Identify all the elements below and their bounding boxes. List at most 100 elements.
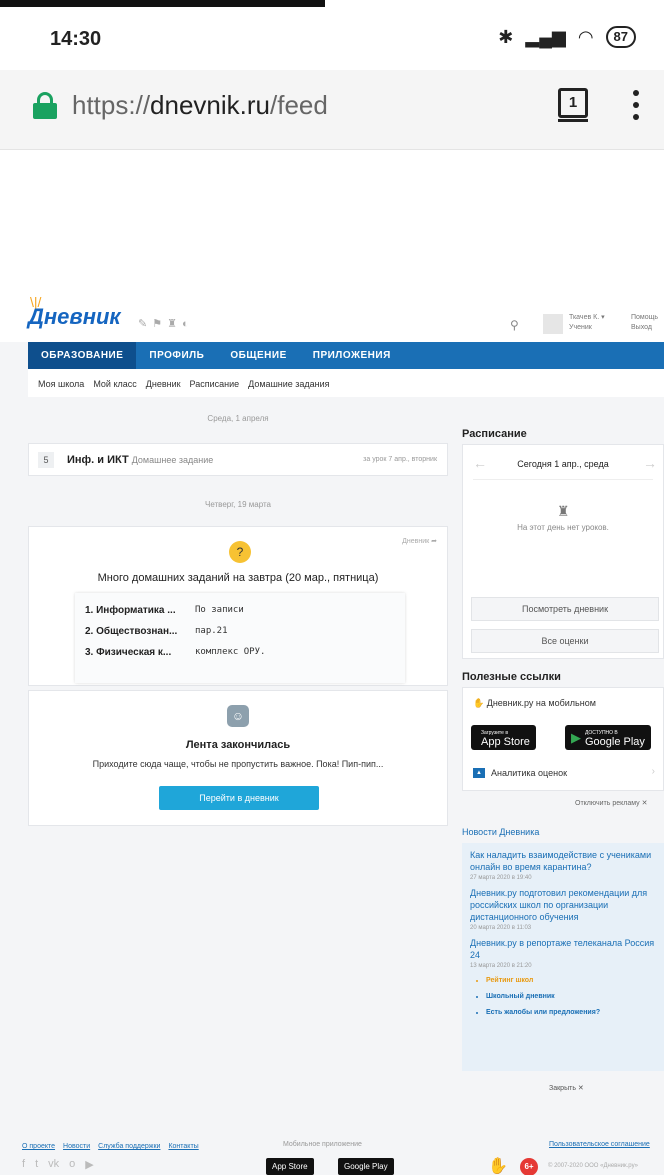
user-role: Ученик — [569, 324, 592, 331]
news-item[interactable]: Как наладить взаимодействие с учениками … — [470, 849, 656, 873]
feed-date-2: Четверг, 19 марта — [205, 500, 271, 509]
chevron-right-icon[interactable]: › — [652, 766, 655, 777]
feed-end-text: Приходите сюда чаще, чтобы не пропустить… — [92, 759, 384, 769]
divider — [473, 479, 653, 480]
social-icons: f t vk o ▶ — [22, 1158, 94, 1171]
news-title[interactable]: Новости Дневника — [462, 827, 539, 837]
feed-end-card: ☺ Лента закончилась Приходите сюда чаще,… — [28, 690, 448, 826]
analytics-icon: ▲ — [473, 768, 485, 778]
more-menu-icon[interactable] — [633, 90, 639, 126]
footer-googleplay-button[interactable]: Google Play — [338, 1158, 394, 1175]
footer-support-link[interactable]: Служба поддержки — [98, 1143, 160, 1150]
schedule-card: ← → Сегодня 1 апр., среда ♜ На этот день… — [462, 444, 664, 659]
user-agreement-link[interactable]: Пользовательское соглашение — [549, 1141, 650, 1148]
search-icon[interactable]: ⚲ — [510, 318, 519, 332]
footer-appstore-button[interactable]: App Store — [266, 1158, 314, 1175]
homework-summary-card: Дневник ➦ ? Много домашних заданий на за… — [28, 526, 448, 686]
card-title: Много домашних заданий на завтра (20 мар… — [97, 572, 379, 584]
feedback-link[interactable]: Есть жалобы или предложения? — [486, 1009, 656, 1016]
googleplay-button[interactable]: ▶ ДОСТУПНО В Google Play — [565, 725, 651, 750]
copyright: © 2007-2020 ООО «Дневник.ру» — [548, 1163, 638, 1169]
footer-contacts-link[interactable]: Контакты — [168, 1143, 198, 1150]
news-card: Как наладить взаимодействие с учениками … — [462, 843, 664, 1071]
rating-link[interactable]: Рейтинг школ — [486, 977, 656, 984]
wifi-icon: ◠ — [577, 26, 594, 47]
news-date: 13 марта 2020 в 21:20 — [470, 963, 532, 969]
feed-end-title: Лента закончилась — [185, 739, 291, 751]
school-diary-link[interactable]: Школьный дневник — [486, 993, 656, 1000]
status-bar: 14:30 ✱ ▂▄▆ ◠ 87 — [0, 20, 664, 60]
status-time: 14:30 — [50, 28, 102, 50]
site-page: \|/ Дневник ✎⚑♜◐ ⚲ Ткачев К. ▾ Ученик По… — [0, 290, 664, 1175]
footer-news-link[interactable]: Новости — [63, 1143, 90, 1150]
nav-apps[interactable]: ПРИЛОЖЕНИЯ — [300, 342, 404, 369]
twitter-icon[interactable]: t — [35, 1158, 38, 1171]
mobile-link[interactable]: ✋ Дневник.ру на мобильном — [473, 698, 596, 709]
disable-ads-link[interactable]: Отключить рекламу ✕ — [575, 799, 647, 807]
mascot-icon: ✋ — [488, 1158, 508, 1175]
no-lessons-text: На этот день нет уроков. — [517, 523, 609, 532]
news-item[interactable]: Дневник.ру в репортаже телеканала Россия… — [470, 937, 656, 961]
news-date: 27 марта 2020 в 19:40 — [470, 875, 532, 881]
bluetooth-icon: ✱ — [498, 26, 514, 47]
main-nav: ОБРАЗОВАНИЕ ПРОФИЛЬ ОБЩЕНИЕ ПРИЛОЖЕНИЯ — [28, 342, 664, 369]
useful-links-title: Полезные ссылки — [462, 671, 561, 683]
sub-nav: Моя школа Мой класс Дневник Расписание Д… — [28, 369, 664, 397]
user-name[interactable]: Ткачев К. ▾ — [569, 313, 605, 323]
battery-indicator: 87 — [605, 26, 636, 48]
help-logout[interactable]: Помощь Выход — [631, 313, 658, 333]
schedule-title: Расписание — [462, 428, 527, 440]
avatar[interactable] — [543, 314, 563, 334]
age-rating-badge: 6+ — [520, 1158, 538, 1175]
homework-table: 1. Информатика ... По записи 2. Обществоз… — [75, 593, 405, 683]
help-link[interactable]: Помощь — [631, 313, 658, 323]
analytics-link[interactable]: ▲ Аналитика оценок — [473, 768, 567, 778]
footer-links: О проекте Новости Служба поддержки Конта… — [22, 1143, 199, 1150]
share-icon: ➦ — [431, 538, 437, 545]
all-grades-button[interactable]: Все оценки — [471, 629, 659, 653]
site-header: \|/ Дневник ✎⚑♜◐ ⚲ Ткачев К. ▾ Ученик По… — [0, 290, 664, 342]
nav-communication[interactable]: ОБЩЕНИЕ — [217, 342, 299, 369]
useful-links-card: ✋ Дневник.ру на мобильном Загрузите в App… — [462, 687, 664, 791]
subnav-my-school[interactable]: Моя школа — [38, 379, 84, 397]
homework-due: за урок 7 апр., вторник — [363, 456, 437, 463]
footer-about-link[interactable]: О проекте — [22, 1143, 55, 1150]
table-row[interactable]: 1. Информатика ... По записи — [85, 605, 395, 626]
url-text[interactable]: https://dnevnik.ru/feed — [72, 90, 328, 121]
browser-url-bar[interactable]: https://dnevnik.ru/feed 1 — [0, 70, 664, 150]
header-quick-icons[interactable]: ✎⚑♜◐ — [138, 317, 194, 330]
subnav-diary[interactable]: Дневник — [146, 379, 181, 397]
thinking-emoji-icon: ? — [229, 541, 251, 563]
youtube-icon[interactable]: ▶ — [85, 1158, 93, 1171]
nav-education[interactable]: ОБРАЗОВАНИЕ — [28, 342, 137, 369]
logout-link[interactable]: Выход — [631, 323, 658, 333]
mascot-icon: ✋ — [473, 698, 485, 708]
go-to-diary-button[interactable]: Перейти в дневник — [159, 786, 319, 810]
status-icons: ✱ ▂▄▆ ◠ 87 — [498, 26, 636, 48]
site-logo[interactable]: Дневник — [28, 304, 121, 330]
subnav-my-class[interactable]: Мой класс — [93, 379, 136, 397]
vk-icon[interactable]: vk — [48, 1158, 59, 1171]
news-item[interactable]: Дневник.ру подготовил рекомендации для р… — [470, 887, 656, 923]
appstore-button[interactable]: Загрузите в App Store — [471, 725, 536, 750]
card-source[interactable]: Дневник ➦ — [402, 537, 437, 545]
homework-label: Домашнее задание — [131, 455, 214, 465]
table-row[interactable]: 2. Обществознан... пар.21 — [85, 626, 395, 647]
tabs-button[interactable]: 1 — [558, 88, 588, 122]
schedule-day: Сегодня 1 апр., среда — [517, 459, 609, 469]
table-row[interactable]: 3. Физическая к... комплекс ОРУ. — [85, 647, 395, 668]
user-menu[interactable]: Ткачев К. ▾ Ученик — [569, 313, 605, 333]
top-black-bar — [0, 0, 325, 7]
subnav-schedule[interactable]: Расписание — [190, 379, 240, 397]
view-diary-button[interactable]: Посмотреть дневник — [471, 597, 659, 621]
close-button[interactable]: Закрыть ✕ — [549, 1084, 584, 1092]
facebook-icon[interactable]: f — [22, 1158, 25, 1171]
homework-item[interactable]: 5 Инф. и ИКТ Домашнее задание за урок 7 а… — [28, 443, 448, 476]
homework-subject: Инф. и ИКТ Домашнее задание — [67, 454, 214, 466]
lock-icon[interactable] — [33, 92, 57, 119]
subnav-homework[interactable]: Домашние задания — [248, 379, 329, 397]
robot-icon: ☺ — [227, 705, 249, 727]
ok-icon[interactable]: o — [69, 1158, 75, 1171]
nav-profile[interactable]: ПРОФИЛЬ — [136, 342, 217, 369]
lesson-number: 5 — [38, 452, 54, 468]
